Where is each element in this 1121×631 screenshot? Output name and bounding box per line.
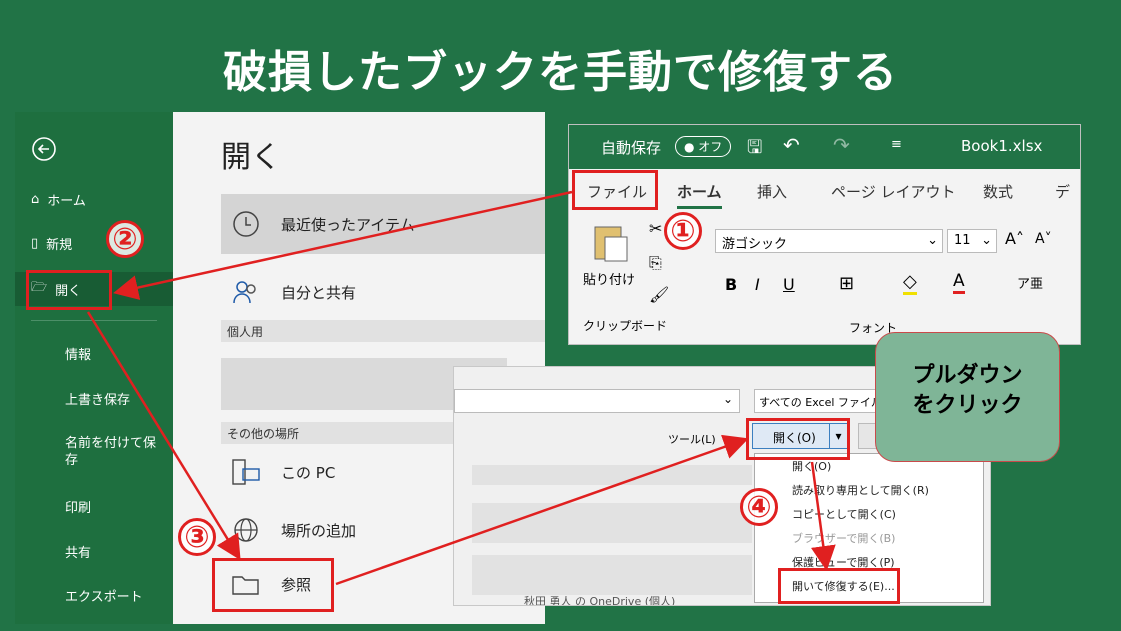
menu-open-browser[interactable]: ブラウザーで開く(B) xyxy=(792,530,895,546)
chevron-down-icon: ⌄ xyxy=(722,392,733,406)
tools-menu[interactable]: ツール(L) xyxy=(668,431,716,447)
underline-button[interactable]: U xyxy=(783,275,795,294)
cut-icon[interactable]: ✂ xyxy=(649,219,662,238)
option-shared[interactable]: 自分と共有 xyxy=(221,272,545,312)
nav-print[interactable]: 印刷 xyxy=(15,495,173,517)
clock-icon xyxy=(233,211,259,237)
pulldown-callout: プルダウン をクリック xyxy=(875,332,1060,462)
tab-formulas[interactable]: 数式 xyxy=(983,181,1013,202)
nav-new[interactable]: ▯ 新規 xyxy=(15,230,173,256)
home-icon: ⌂ xyxy=(31,191,40,207)
quick-access-menu-icon[interactable]: ≡ xyxy=(891,137,902,152)
open-heading: 開く xyxy=(221,140,281,175)
highlight-open-dropdown xyxy=(746,418,850,460)
nav-save[interactable]: 上書き保存 xyxy=(15,387,173,409)
bold-button[interactable]: B xyxy=(725,275,737,294)
highlight-browse xyxy=(212,558,334,612)
chevron-down-icon: ⌄ xyxy=(981,233,992,248)
clipboard-group-label: クリップボード xyxy=(583,319,668,333)
section-personal: 個人用 xyxy=(221,320,545,342)
people-icon xyxy=(233,281,256,304)
chevron-down-icon: ⌄ xyxy=(927,233,938,248)
nav-home[interactable]: ⌂ ホーム xyxy=(15,186,173,212)
tab-insert[interactable]: 挿入 xyxy=(757,181,787,202)
step-2-badge: ② xyxy=(106,220,144,258)
menu-open-copy[interactable]: コピーとして開く(C) xyxy=(792,506,896,522)
nav-export[interactable]: エクスポート xyxy=(15,584,173,606)
slide-title: 破損したブックを手動で修復する xyxy=(223,47,898,98)
font-size-box[interactable]: 11 ⌄ xyxy=(947,229,997,253)
undo-icon[interactable]: ↶ xyxy=(783,133,800,157)
option-recent[interactable]: 最近使ったアイテム xyxy=(221,194,545,254)
nav-info[interactable]: 情報 xyxy=(15,342,173,364)
step-3-badge: ③ xyxy=(178,518,216,556)
tab-home[interactable]: ホーム xyxy=(677,181,722,209)
font-name-box[interactable]: 游ゴシック ⌄ xyxy=(715,229,943,253)
step-4-badge: ④ xyxy=(740,488,778,526)
copy-icon[interactable]: ⎘ xyxy=(649,253,662,273)
file-row[interactable] xyxy=(472,555,752,595)
back-arrow-icon xyxy=(32,137,56,161)
highlight-open-repair xyxy=(778,568,900,604)
filename-input[interactable]: ⌄ xyxy=(454,389,740,413)
italic-button[interactable]: I xyxy=(755,275,760,294)
excel-ribbon: 自動保存 ● オフ 🖫 ↶ ↷ ≡ Book1.xlsx ファイル ホーム 挿入… xyxy=(568,124,1081,345)
computer-icon xyxy=(232,459,260,485)
grow-font-icon[interactable]: A˄ xyxy=(1005,229,1024,248)
paste-icon[interactable] xyxy=(591,219,631,263)
font-color-icon[interactable]: A xyxy=(953,271,965,294)
title-bar: 自動保存 ● オフ 🖫 ↶ ↷ ≡ Book1.xlsx xyxy=(569,125,1080,169)
onedrive-label: 秋田 勇人 の OneDrive (個人) xyxy=(524,595,676,606)
border-icon[interactable]: ⊞ xyxy=(839,273,854,294)
file-row[interactable] xyxy=(472,503,752,543)
fill-color-icon[interactable]: ◇ xyxy=(903,271,917,295)
redo-icon[interactable]: ↷ xyxy=(833,133,850,157)
format-painter-icon[interactable]: 🖌 xyxy=(649,285,669,304)
nav-share[interactable]: 共有 xyxy=(15,540,173,562)
menu-open-readonly[interactable]: 読み取り専用として開く(R) xyxy=(792,482,929,498)
shrink-font-icon[interactable]: A˅ xyxy=(1035,231,1052,247)
file-name: Book1.xlsx xyxy=(961,137,1043,155)
nav-divider xyxy=(31,320,157,321)
autosave-label: 自動保存 xyxy=(601,139,662,157)
file-row[interactable] xyxy=(472,465,752,485)
paste-label[interactable]: 貼り付け xyxy=(583,269,635,288)
ribbon-body: 貼り付け ✂ ⎘ 🖌 クリップボード 游ゴシック ⌄ 11 ⌄ A˄ A˅ B I … xyxy=(569,209,1080,344)
save-icon[interactable]: 🖫 xyxy=(747,135,762,165)
backstage-nav: ⌂ ホーム ▯ 新規 🗁 開く 情報 上書き保存 名前を付けて保 存 印刷 共有… xyxy=(15,112,173,624)
autosave-toggle[interactable]: ● オフ xyxy=(675,136,732,157)
tab-page-layout[interactable]: ページ レイアウト xyxy=(831,181,955,202)
highlight-file-tab xyxy=(572,170,658,210)
phonetic-icon[interactable]: ア亜 xyxy=(1017,273,1043,292)
back-button[interactable] xyxy=(15,136,173,162)
highlight-nav-open xyxy=(26,270,112,310)
step-1-badge: ① xyxy=(664,212,702,250)
document-icon: ▯ xyxy=(31,235,39,251)
nav-saveas[interactable]: 名前を付けて保 存 xyxy=(15,432,173,472)
globe-icon xyxy=(234,518,258,542)
menu-open[interactable]: 開く(O) xyxy=(792,458,831,474)
